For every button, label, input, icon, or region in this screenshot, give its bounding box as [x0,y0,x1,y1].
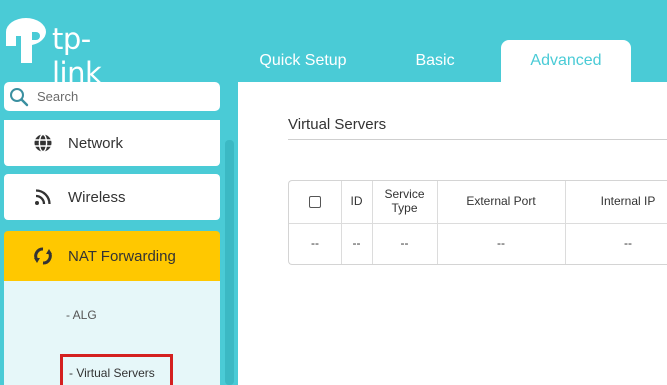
search-box[interactable] [4,82,220,111]
column-header-internal-ip: Internal IP [600,194,656,209]
globe-icon [31,133,55,153]
sidebar-item-label: Network [68,134,124,152]
tp-link-logo[interactable]: tp-link [4,16,139,90]
table-cell: -- [311,236,319,251]
column-header-service-type: Service Type [384,187,425,215]
submenu-item-virtual-servers[interactable]: - Virtual Servers [60,354,173,385]
table-cell: -- [352,236,361,251]
sidebar-menu: Network Wireless NAT Forwarding - ALG - … [0,120,238,385]
nat-forwarding-submenu: - ALG - Virtual Servers [4,281,220,385]
section-title: Virtual Servers [288,116,387,133]
sidebar-item-network[interactable]: Network [4,120,220,166]
header-select-all [289,181,341,223]
tab-basic[interactable]: Basic [380,40,490,82]
sidebar-item-label: NAT Forwarding [68,247,176,265]
select-all-checkbox[interactable] [309,196,321,208]
table-cell: -- [400,236,409,251]
sidebar: Network Wireless NAT Forw [0,82,238,385]
column-header-external-port: External Port [466,194,536,209]
search-icon [10,87,29,106]
column-header-id: ID [350,194,363,209]
sidebar-scrollbar[interactable] [225,140,234,385]
wifi-icon [31,187,55,207]
top-header: tp-link Quick Setup Basic Advanced [0,0,667,90]
sidebar-item-wireless[interactable]: Wireless [4,174,220,220]
tab-advanced[interactable]: Advanced [501,40,631,82]
row-divider [289,223,667,224]
tab-quick-setup[interactable]: Quick Setup [239,40,367,82]
main-content: Virtual Servers ID Service Type External… [238,82,667,385]
section-divider [288,139,667,140]
sidebar-item-nat-forwarding[interactable]: NAT Forwarding [4,231,220,281]
table-cell: -- [624,236,632,251]
sidebar-item-label: Wireless [68,188,126,206]
logo-text: tp-link [52,22,102,90]
virtual-servers-table: ID Service Type External Port Internal I… [288,180,667,265]
nat-forwarding-icon [31,246,55,266]
search-input[interactable] [37,89,207,104]
submenu-item-alg[interactable]: - ALG [66,308,97,322]
tp-link-logo-icon [6,18,46,63]
table-cell: -- [497,236,505,251]
